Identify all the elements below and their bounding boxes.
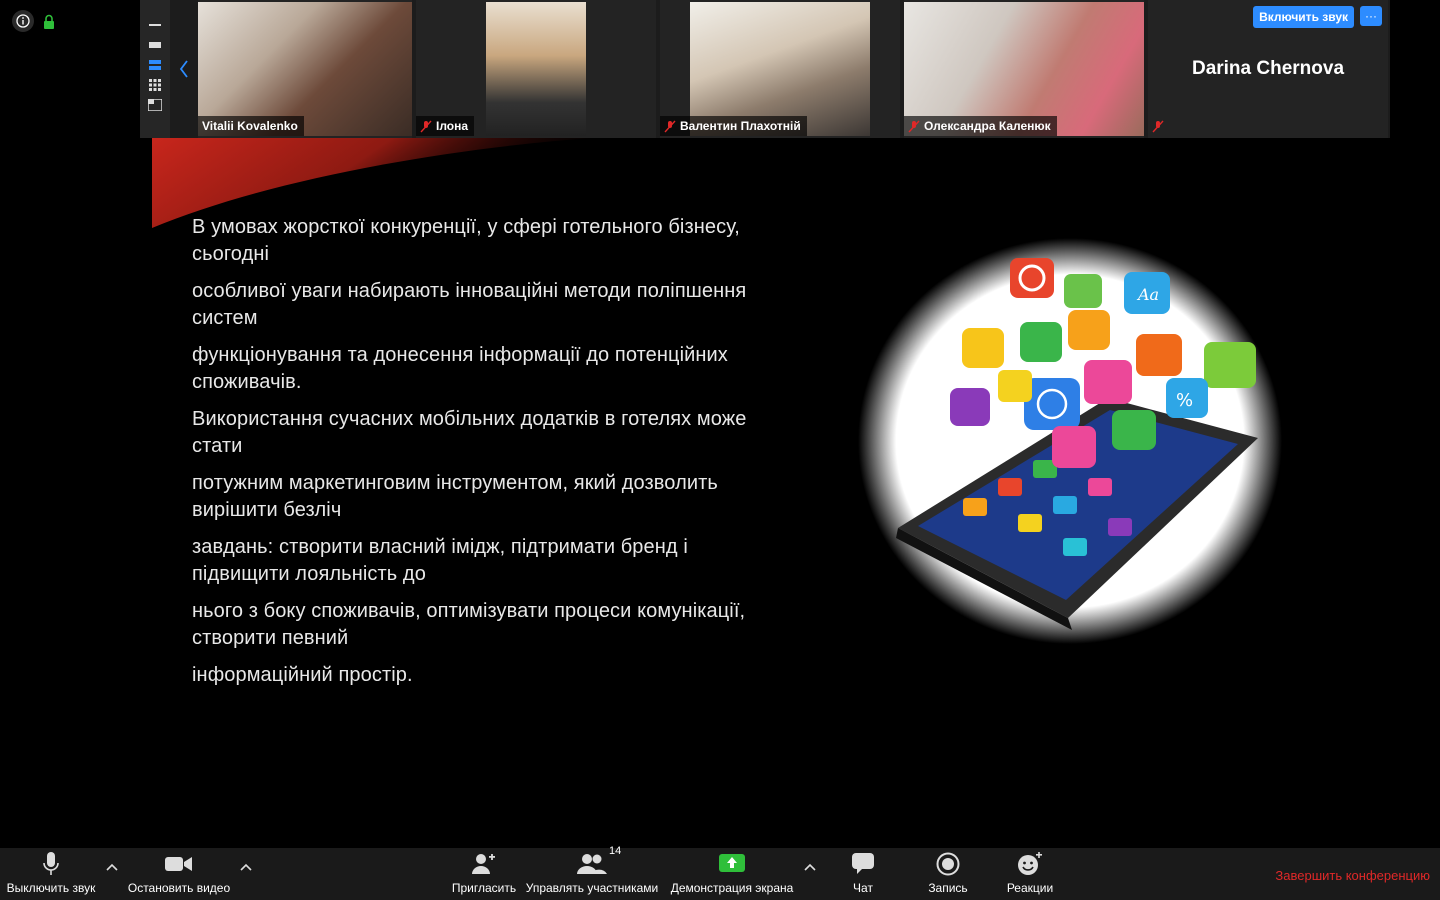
participants-count-badge: 14 bbox=[609, 845, 622, 857]
strip-prev-chevron-icon[interactable] bbox=[174, 56, 194, 82]
view-speaker-icon[interactable] bbox=[148, 98, 162, 112]
mic-muted-icon bbox=[908, 120, 920, 132]
participant-strip: Vitalii Kovalenko Ілона Валентин Плахотн… bbox=[140, 0, 1390, 138]
slide-paragraph: нього з боку споживачів, оптимізувати пр… bbox=[192, 600, 746, 649]
view-minimize-icon[interactable] bbox=[148, 18, 162, 32]
participant-tile[interactable]: Darina Chernova Включить звук ··· bbox=[1148, 0, 1388, 138]
participant-name: Ілона bbox=[416, 116, 475, 136]
slide-paragraph: потужним маркетинговим інструментом, яки… bbox=[192, 472, 718, 521]
chat-bubble-icon bbox=[852, 851, 874, 877]
participant-name bbox=[1148, 117, 1170, 136]
microphone-icon bbox=[43, 851, 59, 877]
mobile-apps-illustration: Aa % bbox=[858, 238, 1282, 644]
reactions-button[interactable]: Реакции bbox=[1002, 848, 1058, 900]
slide-paragraph: В умовах жорсткої конкуренції, у сфері г… bbox=[192, 216, 740, 265]
svg-text:%: % bbox=[1176, 390, 1193, 411]
record-button[interactable]: Запись bbox=[920, 848, 976, 900]
participant-tile[interactable]: Vitalii Kovalenko bbox=[198, 0, 412, 138]
stop-video-button[interactable]: Остановить видео bbox=[124, 848, 234, 900]
share-screen-button[interactable]: Демонстрация экрана bbox=[666, 848, 798, 900]
slide-paragraph: інформаційний простір. bbox=[192, 664, 413, 686]
slide-paragraph: особливої уваги набирають інноваційні ме… bbox=[192, 280, 747, 329]
mic-muted-icon bbox=[1152, 120, 1164, 133]
mic-muted-icon bbox=[664, 120, 676, 132]
chat-label: Чат bbox=[853, 881, 873, 895]
mic-muted-icon bbox=[420, 120, 432, 132]
share-options-chevron-icon[interactable] bbox=[804, 862, 816, 872]
meeting-status bbox=[12, 10, 56, 32]
manage-participants-label: Управлять участниками bbox=[525, 881, 659, 895]
view-active-icon[interactable] bbox=[148, 58, 162, 72]
share-screen-icon bbox=[719, 851, 745, 877]
participant-tile[interactable]: Валентин Плахотній bbox=[660, 0, 900, 138]
view-switcher bbox=[140, 0, 170, 138]
reactions-label: Реакции bbox=[1006, 881, 1054, 895]
invite-button[interactable]: Пригласить bbox=[448, 848, 520, 900]
participant-tile[interactable]: Ілона bbox=[416, 0, 656, 138]
record-icon bbox=[936, 851, 960, 877]
unmute-button[interactable]: Включить звук bbox=[1253, 6, 1354, 28]
emoji-reaction-icon bbox=[1017, 851, 1043, 877]
slide-paragraph: Використання сучасних мобільних додатків… bbox=[192, 408, 747, 457]
mute-button[interactable]: Выключить звук bbox=[4, 848, 98, 900]
chat-button[interactable]: Чат bbox=[840, 848, 886, 900]
invite-label: Пригласить bbox=[451, 881, 517, 895]
end-meeting-button[interactable]: Завершить конференцию bbox=[1275, 868, 1430, 883]
share-screen-label: Демонстрация экрана bbox=[670, 881, 794, 895]
view-gallery-icon[interactable] bbox=[148, 78, 162, 92]
participant-tile[interactable]: Олександра Каленюк bbox=[904, 0, 1144, 138]
video-options-chevron-icon[interactable] bbox=[240, 862, 252, 872]
participant-video bbox=[486, 2, 586, 136]
mute-label: Выключить звук bbox=[6, 881, 96, 895]
view-strip-icon[interactable] bbox=[148, 38, 162, 52]
info-icon[interactable] bbox=[12, 10, 34, 32]
video-camera-icon bbox=[165, 851, 193, 877]
participant-name: Валентин Плахотній bbox=[660, 116, 807, 136]
slide-paragraph: завдань: створити власний імідж, підтрим… bbox=[192, 536, 688, 585]
more-options-button[interactable]: ··· bbox=[1360, 6, 1382, 26]
participant-name-text: Валентин Плахотній bbox=[680, 119, 801, 133]
audio-options-chevron-icon[interactable] bbox=[106, 862, 118, 872]
participant-name-text: Олександра Каленюк bbox=[924, 119, 1051, 133]
stop-video-label: Остановить видео bbox=[127, 881, 231, 895]
participants-icon: 14 bbox=[577, 845, 621, 877]
participant-name-text: Ілона bbox=[436, 119, 469, 133]
participant-name-text: Vitalii Kovalenko bbox=[202, 119, 298, 133]
participant-name: Олександра Каленюк bbox=[904, 116, 1057, 136]
record-label: Запись bbox=[928, 881, 968, 895]
participant-name: Vitalii Kovalenko bbox=[198, 116, 304, 136]
slide-text: В умовах жорсткої конкуренції, у сфері г… bbox=[192, 214, 772, 699]
svg-text:Aa: Aa bbox=[1136, 285, 1159, 304]
meeting-toolbar: Выключить звук Остановить видео Пригласи… bbox=[0, 845, 1440, 900]
add-user-icon bbox=[472, 851, 496, 877]
encryption-lock-icon[interactable] bbox=[42, 12, 56, 30]
manage-participants-button[interactable]: 14 Управлять участниками bbox=[522, 845, 662, 900]
participant-name-large: Darina Chernova bbox=[1191, 58, 1345, 79]
slide-paragraph: функціонування та донесення інформації д… bbox=[192, 344, 728, 393]
